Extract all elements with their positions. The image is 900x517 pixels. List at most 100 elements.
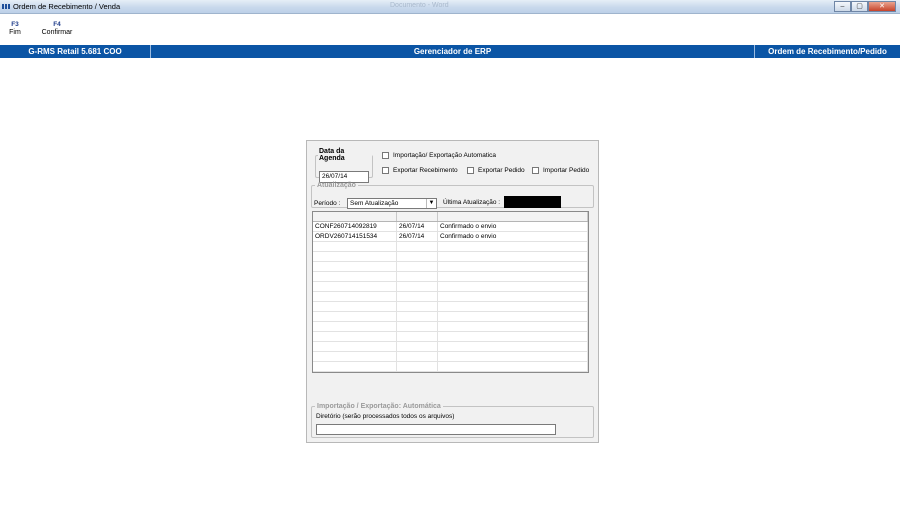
window-controls: – ▢ ✕: [834, 1, 896, 12]
empty-table-row[interactable]: [313, 262, 588, 272]
table-cell: [397, 352, 438, 361]
table-cell: [313, 302, 397, 311]
atualizacao-group: Atualização Período : Sem Atualização ▼ …: [311, 182, 594, 209]
close-button[interactable]: ✕: [868, 1, 896, 12]
table-cell: [397, 332, 438, 341]
table-cell: [438, 252, 588, 261]
table-cell: [397, 312, 438, 321]
header-module: Gerenciador de ERP: [413, 47, 492, 56]
atualizacao-legend: Atualização: [317, 182, 356, 189]
confirmar-shortcut-key: F4: [53, 21, 61, 28]
table-cell: [397, 252, 438, 261]
importar-pedido-label: Importar Pedido: [543, 167, 590, 174]
minimize-button[interactable]: –: [834, 1, 851, 12]
empty-table-row[interactable]: [313, 252, 588, 262]
table-cell: [313, 272, 397, 281]
records-grid[interactable]: CONF260714092819 26/07/14 Confirmado o e…: [312, 211, 589, 373]
table-cell: [313, 342, 397, 351]
grid-header-cell[interactable]: [397, 212, 438, 221]
table-cell: 26/07/14: [397, 232, 438, 241]
table-cell: [313, 292, 397, 301]
empty-table-row[interactable]: [313, 312, 588, 322]
checkbox-box: [382, 152, 389, 159]
exportar-recebimento-label: Exportar Recebimento: [393, 167, 458, 174]
table-cell: [397, 292, 438, 301]
periodo-selected-value: Sem Atualização: [350, 200, 399, 207]
table-cell: [438, 242, 588, 251]
background-window-title: Documento - Word: [390, 2, 449, 9]
grid-header-cell[interactable]: [313, 212, 397, 221]
table-cell: [397, 302, 438, 311]
table-cell: [313, 312, 397, 321]
exportar-pedido-checkbox[interactable]: Exportar Pedido: [467, 167, 525, 174]
table-cell: [438, 302, 588, 311]
app-icon: [2, 4, 11, 10]
fim-label: Fim: [9, 29, 21, 36]
empty-rows: [313, 242, 588, 372]
empty-table-row[interactable]: [313, 282, 588, 292]
importacao-group: Importação / Exportação: Automática Dire…: [311, 403, 594, 438]
table-row[interactable]: CONF260714092819 26/07/14 Confirmado o e…: [313, 222, 588, 232]
table-cell: Confirmado o envio: [438, 232, 588, 241]
auto-import-export-checkbox[interactable]: Importação/ Exportação Automatica: [382, 152, 496, 159]
exportar-pedido-label: Exportar Pedido: [478, 167, 525, 174]
empty-table-row[interactable]: [313, 242, 588, 252]
table-cell: [438, 312, 588, 321]
periodo-select[interactable]: Sem Atualização ▼: [347, 198, 437, 209]
table-cell: [313, 252, 397, 261]
table-cell: [438, 362, 588, 371]
table-cell: [313, 242, 397, 251]
auto-import-export-label: Importação/ Exportação Automatica: [393, 152, 496, 159]
maximize-button[interactable]: ▢: [851, 1, 868, 12]
table-cell: CONF260714092819: [313, 222, 397, 231]
fim-button[interactable]: F3 Fim: [6, 21, 24, 36]
table-cell: [438, 342, 588, 351]
table-cell: Confirmado o envio: [438, 222, 588, 231]
table-cell: [438, 272, 588, 281]
window-title: Ordem de Recebimento / Venda: [13, 2, 121, 11]
checkbox-box: [467, 167, 474, 174]
exportar-recebimento-checkbox[interactable]: Exportar Recebimento: [382, 167, 458, 174]
table-cell: [438, 292, 588, 301]
empty-table-row[interactable]: [313, 342, 588, 352]
empty-table-row[interactable]: [313, 292, 588, 302]
grid-header: [313, 212, 588, 222]
table-cell: [397, 362, 438, 371]
table-cell: [313, 332, 397, 341]
checkbox-box: [532, 167, 539, 174]
empty-table-row[interactable]: [313, 302, 588, 312]
table-cell: [438, 282, 588, 291]
empty-table-row[interactable]: [313, 322, 588, 332]
importacao-legend: Importação / Exportação: Automática: [317, 403, 441, 410]
window-titlebar: Ordem de Recebimento / Venda Documento -…: [0, 0, 900, 14]
fim-shortcut-key: F3: [11, 21, 19, 28]
table-cell: [438, 352, 588, 361]
table-cell: [438, 332, 588, 341]
confirmar-button[interactable]: F4 Confirmar: [38, 21, 76, 36]
importar-pedido-checkbox[interactable]: Importar Pedido: [532, 167, 589, 174]
table-cell: ORDV260714151534: [313, 232, 397, 241]
table-cell: [438, 322, 588, 331]
table-row[interactable]: ORDV260714151534 26/07/14 Confirmado o e…: [313, 232, 588, 242]
table-cell: [397, 322, 438, 331]
table-cell: [313, 362, 397, 371]
toolbar: F3 Fim F4 Confirmar: [0, 14, 900, 43]
table-cell: [313, 322, 397, 331]
agenda-group: Data da Agenda 26/07/14: [315, 148, 373, 183]
empty-table-row[interactable]: [313, 352, 588, 362]
ultima-atualizacao-label: Última Atualização :: [443, 199, 501, 206]
chevron-down-icon[interactable]: ▼: [426, 199, 436, 208]
empty-table-row[interactable]: [313, 332, 588, 342]
main-panel: Data da Agenda 26/07/14 Importação/ Expo…: [306, 140, 599, 443]
diretorio-label: Diretório (serão processados todos os ar…: [316, 413, 455, 420]
grid-header-cell[interactable]: [438, 212, 588, 221]
diretorio-input[interactable]: [316, 424, 556, 435]
agenda-legend: Data da Agenda: [319, 148, 345, 162]
empty-table-row[interactable]: [313, 272, 588, 282]
confirmar-label: Confirmar: [41, 29, 73, 36]
empty-table-row[interactable]: [313, 362, 588, 372]
header-version: G-RMS Retail 5.681 COO: [0, 45, 151, 58]
table-cell: [397, 282, 438, 291]
periodo-label: Período :: [314, 200, 341, 207]
table-cell: [397, 262, 438, 271]
